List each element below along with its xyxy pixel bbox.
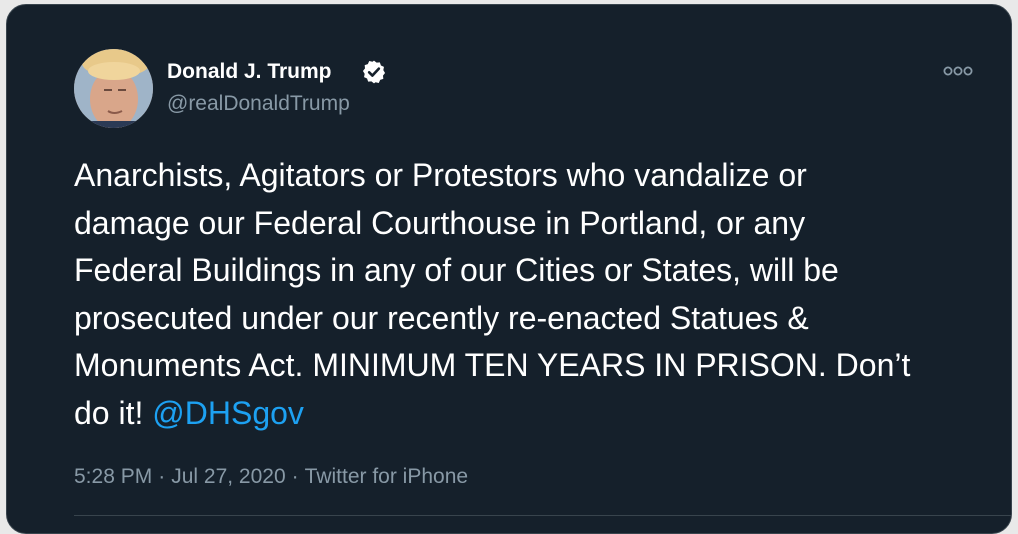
avatar[interactable] [74,49,153,128]
tweet-text-line-last: do it! @DHSgov [74,390,1004,438]
tweet-card: Donald J. Trump @realDonaldTrump Anarchi… [6,4,1012,534]
avatar-portrait-icon [74,49,153,128]
tweet-text-line: prosecuted under our recently re-enacted… [74,299,809,336]
tweet-text: Anarchists, Agitators or Protestors who … [74,152,1004,437]
tweet-text-line: damage our Federal Courthouse in Portlan… [74,204,806,241]
divider [74,515,1011,516]
tweet-source[interactable]: Twitter for iPhone [305,465,468,488]
verified-badge-icon [362,60,386,84]
tweet-text-line: Monuments Act. MINIMUM TEN YEARS IN PRIS… [74,347,911,383]
tweet-time[interactable]: 5:28 PM [74,465,152,488]
tweet-date[interactable]: Jul 27, 2020 [171,465,285,488]
tweet-meta: 5:28 PM · Jul 27, 2020 · Twitter for iPhone [74,463,468,491]
mention-link[interactable]: @DHSgov [152,395,304,431]
author-name[interactable]: Donald J. Trump [167,59,332,85]
meta-separator: · [291,465,299,488]
tweet-text-line: Anarchists, Agitators or Protestors who … [74,157,807,193]
more-options-icon[interactable] [941,61,975,81]
author-handle[interactable]: @realDonaldTrump [167,91,350,117]
meta-separator: · [158,465,166,488]
tweet-text-fragment: do it! [74,394,153,431]
tweet-text-line: Federal Buildings in any of our Cities o… [74,252,839,288]
